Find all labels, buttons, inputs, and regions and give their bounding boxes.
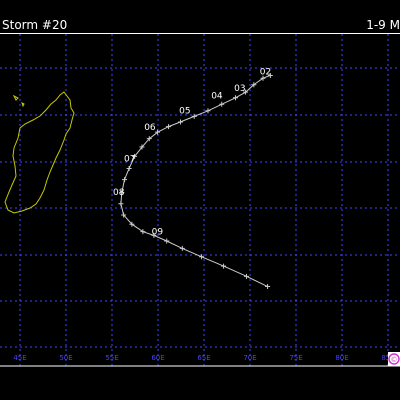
- track-tick-mark: [232, 95, 238, 101]
- lon-label-70e: 70E: [243, 354, 256, 362]
- track-tick-mark: [166, 124, 172, 130]
- day-label-05: 05: [179, 106, 190, 116]
- track-tick-mark: [118, 201, 124, 207]
- day-label-06: 06: [144, 123, 156, 133]
- day-label-07: 07: [124, 155, 135, 165]
- track-tick-mark: [179, 245, 185, 251]
- track-tick-mark: [199, 254, 205, 260]
- day-label-04: 04: [211, 92, 223, 102]
- track-tick-mark: [122, 177, 128, 183]
- day-label-03: 03: [234, 84, 245, 94]
- track-tick-mark: [221, 263, 227, 269]
- day-label-08: 08: [113, 188, 125, 198]
- track-tick-mark: [219, 101, 225, 107]
- lon-label-55e: 55E: [105, 354, 118, 362]
- storm-track-map: Storm #20 1-9 M 02 03 04 05 06 07 08 09 45E 50E 5…: [0, 0, 400, 400]
- map-canvas: 02 03 04 05 06 07 08 09 45E 50E 55E 60E 65E 70E 75E 80…: [0, 34, 400, 367]
- comoros-island-small: [21, 102, 25, 108]
- track-tick-mark: [243, 273, 249, 279]
- day-label-09: 09: [152, 227, 164, 237]
- day-labels: 02 03 04 05 06 07 08 09: [113, 67, 271, 237]
- lon-label-50e: 50E: [59, 354, 72, 362]
- lat-lon-grid: [0, 34, 400, 366]
- madagascar-coastline: [4, 91, 75, 214]
- track-tick-mark: [177, 119, 183, 125]
- day-label-02: 02: [260, 67, 271, 77]
- lon-label-75e: 75E: [289, 354, 302, 362]
- comoros-island: [12, 94, 19, 101]
- copyright-symbol: ©: [391, 356, 398, 364]
- track-tick-mark: [205, 108, 211, 114]
- track-tick-mark: [126, 165, 132, 171]
- track-tick-mark: [164, 238, 170, 244]
- lon-label-60e: 60E: [151, 354, 164, 362]
- copyright-badge: ©: [388, 352, 400, 366]
- longitude-labels: 45E50E55E60E65E70E75E80E85E: [13, 354, 394, 362]
- lon-label-65e: 65E: [197, 354, 210, 362]
- lon-label-80e: 80E: [335, 354, 348, 362]
- lon-label-45e: 45E: [13, 354, 26, 362]
- track-tick-mark: [265, 284, 271, 290]
